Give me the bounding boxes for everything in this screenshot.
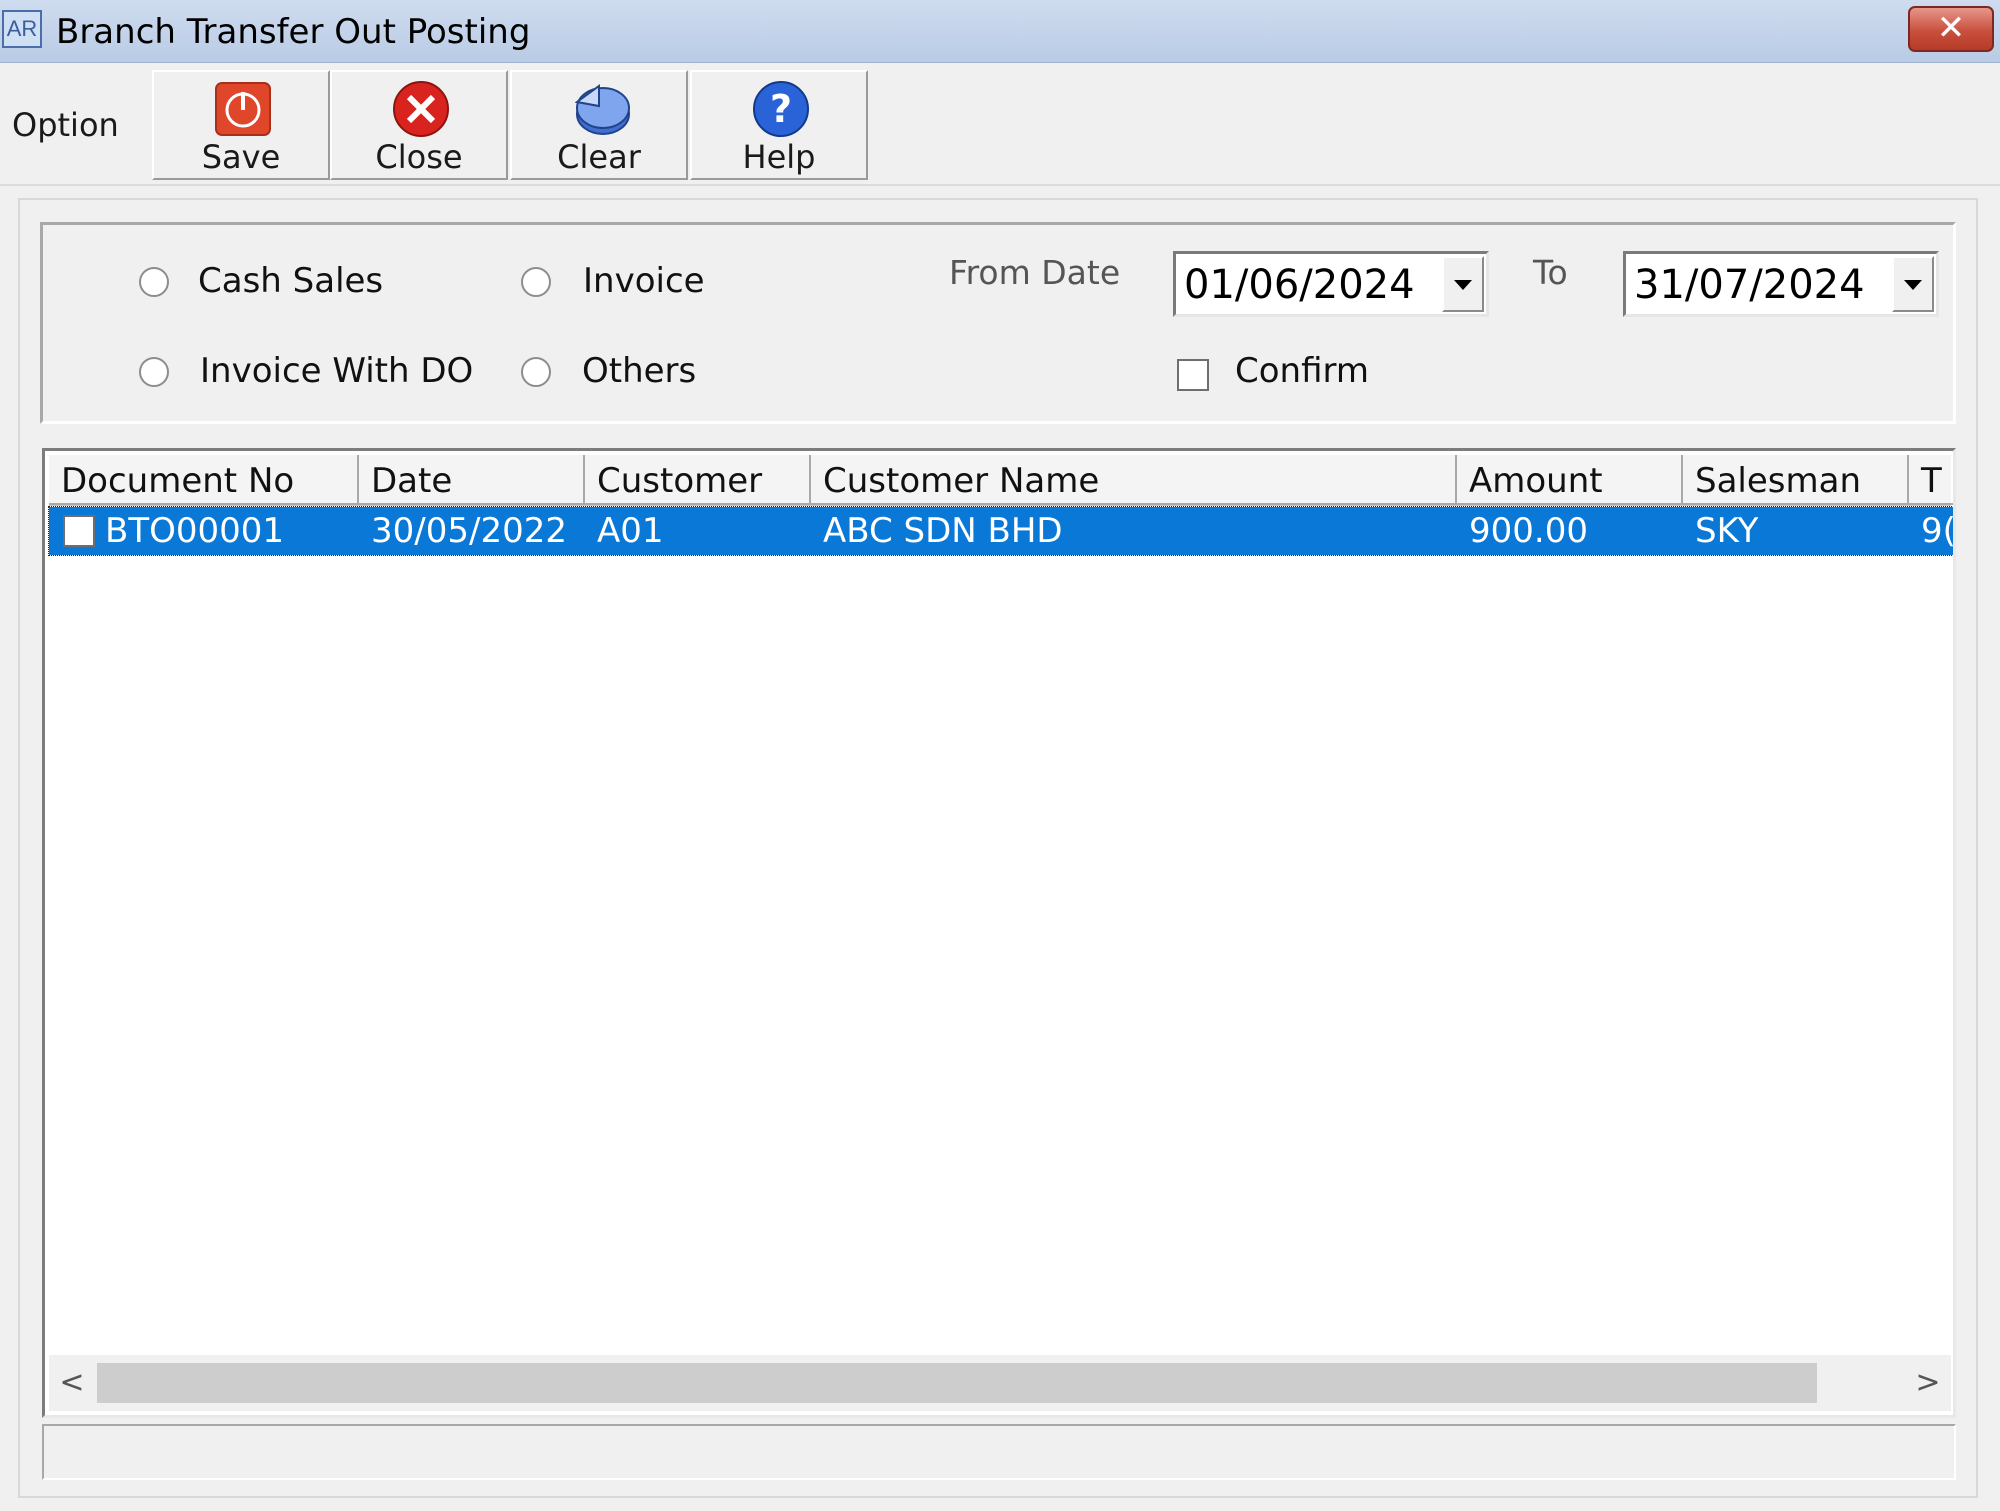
app-icon: AR [2, 10, 42, 48]
clear-label: Clear [557, 138, 641, 176]
column-customer[interactable]: Customer [585, 455, 811, 505]
svg-text:?: ? [770, 87, 792, 131]
confirm-label: Confirm [1235, 351, 1370, 391]
confirm-checkbox[interactable] [1177, 359, 1209, 391]
toolbar: Option Save Close Clear ? Help [0, 66, 2000, 184]
help-label: Help [742, 138, 816, 176]
help-button[interactable]: ? Help [690, 70, 868, 180]
from-date-value: 01/06/2024 [1184, 262, 1415, 308]
others-label: Others [582, 351, 697, 391]
cell-t: 9( [1921, 511, 1953, 551]
column-date[interactable]: Date [359, 455, 585, 505]
to-date-value: 31/07/2024 [1634, 262, 1865, 308]
document-grid[interactable]: Document No Date Customer Customer Name … [42, 448, 1956, 1418]
from-date-dropdown-button[interactable] [1442, 256, 1484, 312]
close-icon [393, 81, 449, 137]
cell-date: 30/05/2022 [371, 511, 567, 551]
clear-button[interactable]: Clear [510, 70, 688, 180]
option-label: Option [12, 106, 119, 144]
save-button[interactable]: Save [152, 70, 330, 180]
column-t[interactable]: T [1909, 455, 1953, 505]
pie-icon [574, 84, 630, 135]
invoice-label: Invoice [583, 261, 705, 301]
cell-document-no: BTO00001 [105, 511, 285, 551]
invoice-with-do-label: Invoice With DO [200, 351, 474, 391]
title-bar: AR Branch Transfer Out Posting ✕ [0, 0, 2000, 63]
column-amount[interactable]: Amount [1457, 455, 1683, 505]
invoice-radio[interactable] [521, 267, 551, 297]
chevron-down-icon [1454, 280, 1472, 290]
cell-salesman: SKY [1695, 511, 1759, 551]
from-date-label: From Date [949, 253, 1121, 292]
save-label: Save [201, 138, 281, 176]
scroll-left-arrow-icon[interactable]: < [57, 1365, 87, 1401]
column-customer-name[interactable]: Customer Name [811, 455, 1457, 505]
toolbar-divider [0, 184, 2000, 186]
scroll-right-arrow-icon[interactable]: > [1913, 1365, 1943, 1401]
grid-header: Document No Date Customer Customer Name … [49, 455, 1953, 506]
power-icon [215, 82, 271, 136]
cell-customer: A01 [597, 511, 664, 551]
help-icon: ? [753, 81, 809, 137]
window-title: Branch Transfer Out Posting [56, 12, 531, 52]
status-bar [42, 1424, 1956, 1480]
to-date-label: To [1533, 253, 1568, 292]
close-label: Close [375, 138, 463, 176]
to-date-dropdown-button[interactable] [1892, 256, 1934, 312]
cell-amount: 900.00 [1469, 511, 1588, 551]
cash-sales-radio[interactable] [139, 267, 169, 297]
table-row[interactable]: BTO00001 30/05/2022 A01 ABC SDN BHD 900.… [48, 506, 1953, 556]
row-checkbox[interactable] [63, 515, 95, 547]
column-salesman[interactable]: Salesman [1683, 455, 1909, 505]
close-button[interactable]: Close [330, 70, 508, 180]
horizontal-scrollbar[interactable]: < > [49, 1355, 1951, 1411]
scrollbar-thumb[interactable] [97, 1363, 1817, 1403]
column-document-no[interactable]: Document No [49, 455, 359, 505]
cash-sales-label: Cash Sales [198, 261, 384, 301]
cell-customer-name: ABC SDN BHD [823, 511, 1063, 551]
window-close-button[interactable]: ✕ [1908, 6, 1994, 52]
filter-group: Cash Sales Invoice Invoice With DO Other… [40, 222, 1956, 424]
to-date-picker[interactable]: 31/07/2024 [1623, 251, 1939, 317]
others-radio[interactable] [521, 357, 551, 387]
from-date-picker[interactable]: 01/06/2024 [1173, 251, 1489, 317]
chevron-down-icon [1904, 280, 1922, 290]
invoice-with-do-radio[interactable] [139, 357, 169, 387]
